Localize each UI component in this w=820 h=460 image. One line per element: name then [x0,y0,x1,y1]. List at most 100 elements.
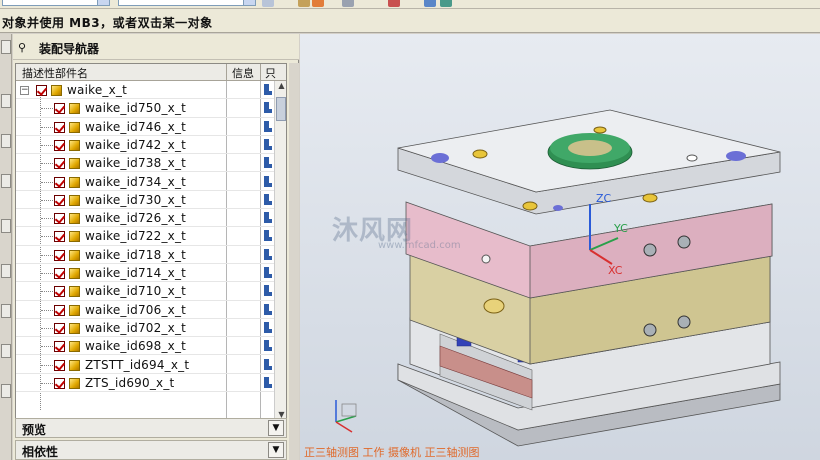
tree-line [41,346,53,348]
table-row[interactable]: waike_id714_x_t [16,264,274,283]
chevron-down-icon[interactable]: ▼ [268,420,284,436]
readonly-icon [264,212,272,224]
part-cube-icon [69,286,80,298]
tree-line [41,327,53,329]
resource-tab-icon[interactable] [1,40,11,54]
part-tree[interactable]: 描述性部件名 信息 只 − waike_x_t waike_id750_x_t wa… [15,63,287,421]
dependencies-section[interactable]: 相依性 ▼ [15,440,287,460]
checkbox-icon[interactable] [54,304,65,316]
readonly-icon [264,84,272,95]
readonly-icon [264,376,272,388]
panel-edge [289,63,299,460]
checkbox-icon[interactable] [36,85,47,96]
checkbox-icon[interactable] [54,322,65,334]
toolbar-button-icon[interactable] [388,0,400,7]
preview-section[interactable]: 预览 ▼ [15,418,287,438]
table-row[interactable]: waike_id730_x_t [16,191,274,210]
part-cube-icon [69,194,80,206]
resource-tab-icon[interactable] [1,344,11,358]
table-row[interactable]: waike_id706_x_t [16,301,274,319]
readonly-icon [264,303,272,315]
checkbox-icon[interactable] [54,194,65,206]
checkbox-icon[interactable] [54,213,65,225]
checkbox-icon[interactable] [54,231,65,243]
scroll-thumb[interactable] [276,97,286,121]
resource-tab-icon[interactable] [1,219,11,233]
resource-tab-icon[interactable] [1,174,11,188]
checkbox-icon[interactable] [54,176,65,188]
graphics-window[interactable]: ZC YC XC 沐风网 www.mfcad.com 正三轴测图 工作 摄像机 … [300,34,820,460]
toolbar-button-icon[interactable] [312,0,324,7]
readonly-icon [264,230,272,242]
readonly-icon [264,358,272,370]
tree-line [41,309,53,311]
table-row[interactable]: ZTS_id690_x_t [16,374,274,393]
resource-tab-icon[interactable] [1,264,11,278]
part-cube-icon [69,139,80,151]
readonly-icon [264,285,272,297]
tree-line [41,254,53,256]
table-row[interactable]: waike_id738_x_t [16,154,274,173]
checkbox-icon[interactable] [54,341,65,353]
tree-line [41,181,53,183]
part-cube-icon [69,359,80,371]
tree-root-row[interactable]: waike_x_t [16,81,274,100]
resource-tab-icon[interactable] [1,94,11,108]
checkbox-icon[interactable] [54,103,65,115]
table-row[interactable]: waike_id698_x_t [16,337,274,356]
table-row[interactable]: waike_id742_x_t [16,136,274,155]
readonly-icon [264,321,272,333]
part-cube-icon [69,304,80,316]
scroll-up-icon[interactable]: ▲ [275,81,286,93]
tree-line [41,273,53,274]
resource-tab-icon[interactable] [1,304,11,318]
checkbox-icon[interactable] [54,377,65,389]
table-row[interactable]: waike_id710_x_t [16,282,274,301]
part-name: waike_id710_x_t [85,284,187,299]
checkbox-icon[interactable] [54,268,65,279]
table-row[interactable]: waike_id746_x_t [16,118,274,136]
part-cube-icon [69,249,80,261]
chevron-down-icon[interactable]: ▼ [268,442,284,458]
checkbox-icon[interactable] [54,286,65,298]
vertical-scrollbar[interactable]: ▲ ▼ [274,81,286,420]
part-name: waike_id726_x_t [85,211,187,226]
readonly-icon [264,248,272,260]
table-row[interactable]: waike_id718_x_t [16,246,274,264]
tree-line [41,144,53,146]
table-row[interactable]: waike_id734_x_t [16,173,274,191]
pin-icon[interactable]: ⚲ [18,41,26,54]
table-row[interactable]: waike_id702_x_t [16,319,274,338]
toolbar-button-icon[interactable] [342,0,354,7]
toolbar-button-icon[interactable] [262,0,274,7]
checkbox-icon[interactable] [54,121,65,133]
checkbox-icon[interactable] [54,249,65,261]
checkbox-icon[interactable] [54,139,65,151]
checkbox-icon[interactable] [54,359,65,371]
checkbox-icon[interactable] [54,158,65,170]
part-cube-icon [69,158,80,170]
tree-line [41,382,53,384]
table-row[interactable]: ZTSTT_id694_x_t [16,356,274,374]
axis-label-z: ZC [596,192,612,205]
tree-line [41,218,53,220]
part-name: waike_id702_x_t [85,320,187,335]
part-cube-icon [51,85,62,96]
resource-tab-icon[interactable] [1,134,11,148]
column-info[interactable]: 信息 [232,65,254,81]
resource-tab-icon[interactable] [1,384,11,398]
selection-filter-combo[interactable] [2,0,110,6]
table-row[interactable]: waike_id722_x_t [16,227,274,246]
table-row[interactable]: waike_id726_x_t [16,209,274,228]
selection-scope-combo[interactable] [118,0,256,6]
column-readonly[interactable]: 只 [265,65,276,81]
dependencies-title: 相依性 [22,445,59,459]
toolbar-button-icon[interactable] [424,0,436,7]
column-name[interactable]: 描述性部件名 [22,65,88,81]
toolbar-button-icon[interactable] [440,0,452,7]
chevron-down-icon[interactable] [243,0,255,5]
toolbar-button-icon[interactable] [298,0,310,7]
chevron-down-icon[interactable] [97,0,109,5]
readonly-icon [264,157,272,169]
table-row[interactable]: waike_id750_x_t [16,99,274,118]
